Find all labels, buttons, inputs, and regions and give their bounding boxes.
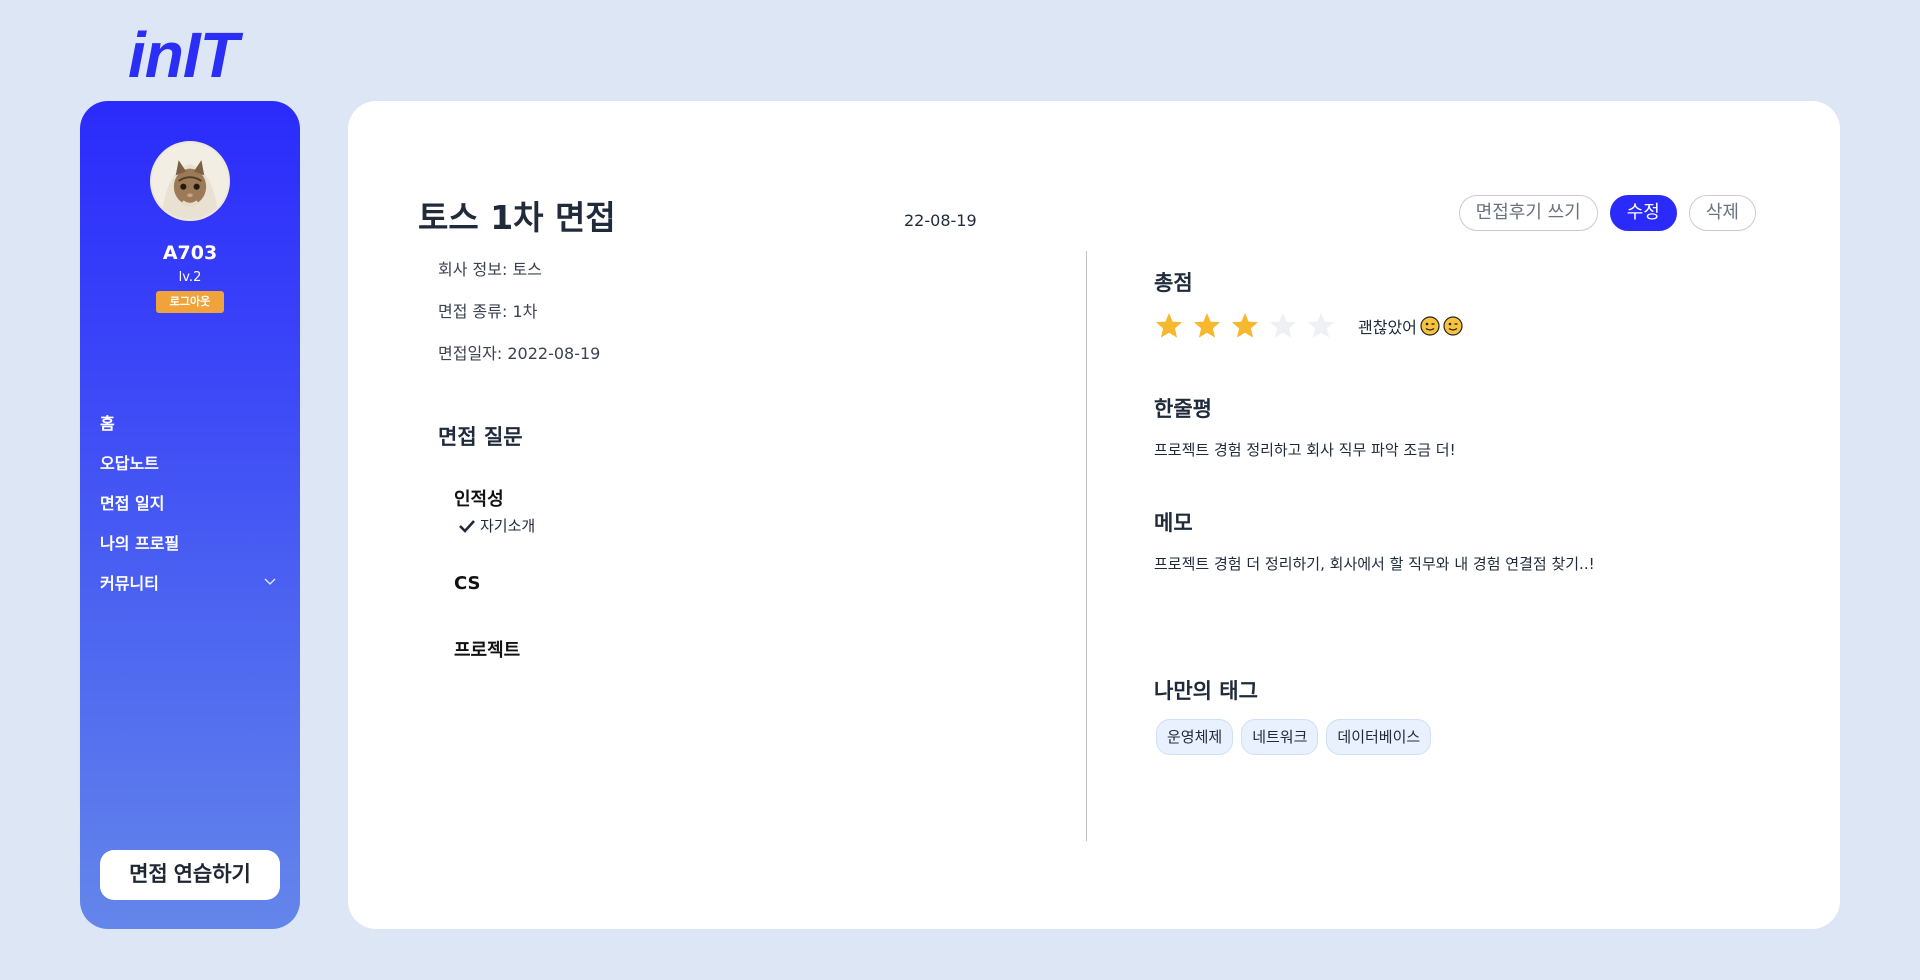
question-category: 프로젝트 — [454, 640, 521, 661]
memo-text: 프로젝트 경험 더 정리하기, 회사에서 할 직무와 내 경험 연결점 찾기..… — [1154, 555, 1595, 573]
interview-practice-button[interactable]: 면접 연습하기 — [100, 850, 280, 900]
user-level: lv.2 — [178, 270, 202, 285]
sidebar-item-wrong-notes[interactable]: 오답노트 — [100, 442, 280, 482]
question-category: CS — [454, 573, 481, 594]
logout-button[interactable]: 로그아웃 — [156, 291, 224, 313]
action-buttons: 면접후기 쓰기 수정 삭제 — [1458, 195, 1756, 231]
rating-text: 괜찮았어 — [1358, 318, 1417, 337]
star-icon[interactable] — [1306, 311, 1336, 341]
write-review-button[interactable]: 면접후기 쓰기 — [1458, 195, 1598, 231]
one-liner-text: 프로젝트 경험 정리하고 회사 직무 파악 조금 더! — [1154, 441, 1456, 459]
interview-date-detail: 면접일자: 2022-08-19 — [438, 344, 601, 363]
avatar — [150, 141, 230, 221]
sidebar-item-label: 홈 — [100, 414, 115, 433]
edit-button[interactable]: 수정 — [1609, 195, 1677, 231]
company-info: 회사 정보: 토스 — [438, 260, 542, 279]
interview-info: 회사 정보: 토스 면접 종류: 1차 면접일자: 2022-08-19 — [438, 256, 600, 382]
star-rating: 괜찮았어 — [1154, 311, 1463, 341]
tag-chip[interactable]: 네트워크 — [1241, 719, 1319, 755]
memo-title: 메모 — [1154, 511, 1193, 535]
tags-title: 나만의 태그 — [1154, 679, 1258, 703]
sidebar-nav: 홈 오답노트 면접 일지 나의 프로필 커뮤니티 — [100, 402, 280, 602]
check-icon — [459, 519, 475, 533]
sidebar-item-label: 오답노트 — [100, 454, 159, 473]
question-item-label: 자기소개 — [480, 517, 536, 535]
question-category: 인적성 — [454, 489, 504, 510]
rating-label: 괜찮았어 — [1358, 314, 1463, 338]
sidebar-item-label: 나의 프로필 — [100, 534, 180, 553]
divider — [1086, 251, 1087, 841]
one-liner-title: 한줄평 — [1154, 397, 1212, 421]
score-title: 총점 — [1154, 271, 1193, 295]
user-name: A703 — [162, 242, 218, 264]
interview-detail-card: 토스 1차 면접 22-08-19 면접후기 쓰기 수정 삭제 회사 정보: 토… — [348, 101, 1840, 929]
stars — [1154, 311, 1344, 341]
sidebar: A703 lv.2 로그아웃 홈 오답노트 면접 일지 나의 프로필 커뮤니티 … — [80, 101, 300, 929]
chevron-down-icon[interactable] — [264, 576, 276, 589]
tag-chip[interactable]: 데이터베이스 — [1326, 719, 1432, 755]
wink-emoji-icon — [1420, 316, 1440, 336]
sidebar-item-label: 면접 일지 — [100, 494, 165, 513]
wink-emoji-icon — [1443, 316, 1463, 336]
interview-type: 면접 종류: 1차 — [438, 302, 538, 321]
avatar-image-icon — [152, 143, 228, 219]
sidebar-item-community[interactable]: 커뮤니티 — [100, 562, 280, 602]
sidebar-item-my-profile[interactable]: 나의 프로필 — [100, 522, 280, 562]
star-icon[interactable] — [1268, 311, 1298, 341]
sidebar-item-interview-log[interactable]: 면접 일지 — [100, 482, 280, 522]
star-icon[interactable] — [1154, 311, 1184, 341]
delete-button[interactable]: 삭제 — [1688, 195, 1756, 231]
star-icon[interactable] — [1230, 311, 1260, 341]
interview-date: 22-08-19 — [904, 211, 977, 230]
sidebar-item-label: 커뮤니티 — [100, 574, 159, 593]
question-item[interactable]: 자기소개 — [458, 515, 535, 536]
tag-chip[interactable]: 운영체제 — [1156, 719, 1234, 755]
sidebar-item-home[interactable]: 홈 — [100, 402, 280, 442]
star-icon[interactable] — [1192, 311, 1222, 341]
app-logo[interactable]: inIT — [128, 20, 239, 90]
questions-title: 면접 질문 — [438, 425, 523, 449]
tag-list: 운영체제 네트워크 데이터베이스 — [1156, 719, 1432, 755]
page-title: 토스 1차 면접 — [418, 198, 616, 237]
